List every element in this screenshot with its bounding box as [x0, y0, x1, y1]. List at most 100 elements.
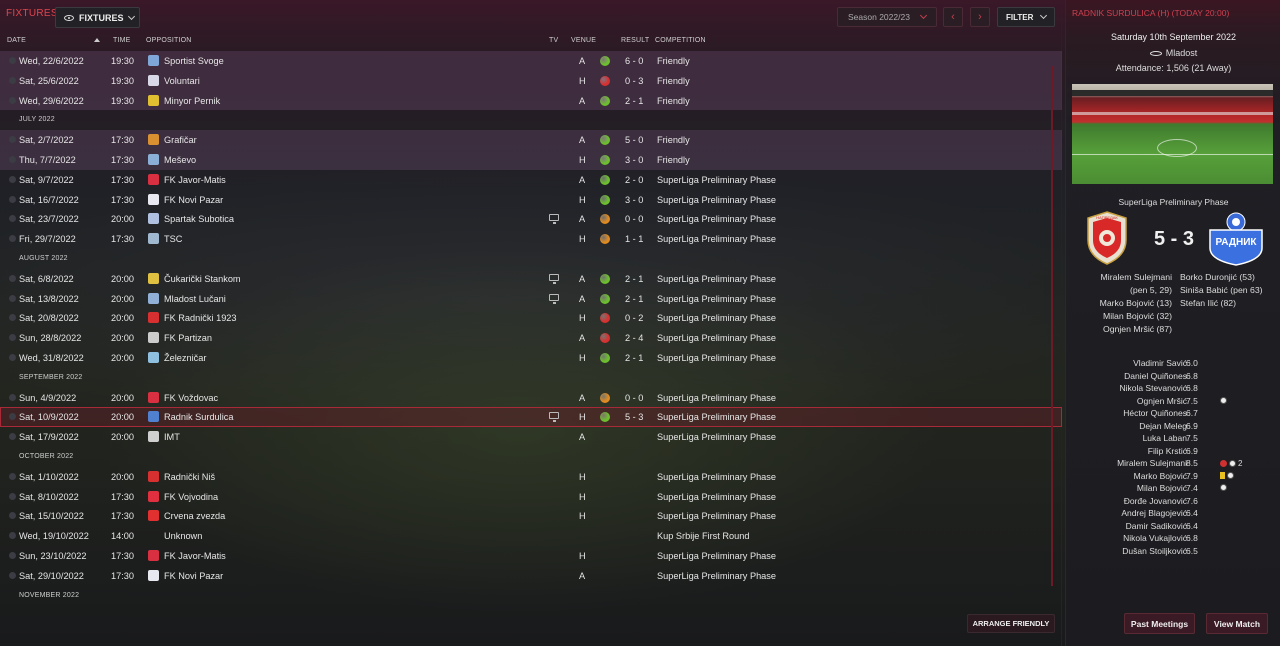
team-crest-icon[interactable]: [148, 94, 159, 106]
player-row[interactable]: Ognjen Mršić 7.5: [1066, 396, 1280, 409]
team-crest-icon[interactable]: [148, 431, 159, 443]
fixture-result[interactable]: 0 - 0: [625, 214, 643, 224]
fixture-result[interactable]: 5 - 3: [625, 412, 643, 422]
fixture-row[interactable]: Sat, 17/9/2022 20:00 IMT A SuperLiga Prelimi…: [0, 427, 1062, 447]
team-crest-icon[interactable]: [148, 470, 159, 482]
player-name[interactable]: Ognjen Mršić: [1137, 396, 1187, 406]
view-dropdown[interactable]: FIXTURES: [55, 7, 140, 28]
fixture-result[interactable]: 1 - 1: [625, 234, 643, 244]
player-row[interactable]: Nikola Vukajlović 6.8: [1066, 533, 1280, 546]
fixture-competition[interactable]: Friendly: [657, 96, 690, 106]
team-crest-icon[interactable]: [148, 312, 159, 324]
team-crest-icon[interactable]: [148, 134, 159, 146]
player-row[interactable]: Luka Laban 7.5: [1066, 433, 1280, 446]
row-select-icon[interactable]: [9, 334, 16, 342]
fixture-competition[interactable]: SuperLiga Preliminary Phase: [657, 294, 776, 304]
column-time[interactable]: TIME: [113, 37, 131, 44]
away-scorer[interactable]: Siniša Babić (pen 63): [1180, 284, 1263, 297]
opposition-link[interactable]: Radnički Niš: [164, 472, 215, 482]
opposition-link[interactable]: Minyor Pernik: [164, 96, 220, 106]
fixture-row[interactable]: Sat, 15/10/2022 17:30 Crvena zvezda H SuperL…: [0, 506, 1062, 526]
arrange-friendly-button[interactable]: ARRANGE FRIENDLY: [967, 614, 1055, 633]
fixture-row[interactable]: Sat, 20/8/2022 20:00 FK Radnički 1923 H 0 - …: [0, 308, 1062, 328]
column-result[interactable]: RESULT: [621, 37, 649, 44]
team-crest-icon[interactable]: [148, 292, 159, 304]
team-crest-icon[interactable]: [148, 490, 159, 502]
opposition-link[interactable]: Čukarički Stankom: [164, 274, 241, 284]
team-crest-icon[interactable]: [148, 173, 159, 185]
player-row[interactable]: Dušan Stoiljković 6.5: [1066, 546, 1280, 559]
fixture-row[interactable]: Sun, 23/10/2022 17:30 FK Javor-Matis H Super…: [0, 546, 1062, 566]
team-crest-icon[interactable]: [148, 332, 159, 344]
fixture-row[interactable]: Wed, 31/8/2022 20:00 Železničar H 2 - 1 Super…: [0, 348, 1062, 368]
player-row[interactable]: Vladimir Savić 6.0: [1066, 358, 1280, 371]
player-name[interactable]: Luka Laban: [1143, 433, 1187, 443]
row-select-icon[interactable]: [9, 413, 16, 421]
player-name[interactable]: Héctor Quiñones: [1123, 408, 1187, 418]
column-opposition[interactable]: OPPOSITION: [146, 37, 192, 44]
player-name[interactable]: Daniel Quiñones: [1124, 371, 1187, 381]
fixture-row[interactable]: Sat, 25/6/2022 19:30 Voluntari H 0 - 3 Friend…: [0, 70, 1062, 91]
fixture-row[interactable]: Sun, 4/9/2022 20:00 FK Voždovac A 0 - 0 Super…: [0, 388, 1062, 408]
player-row[interactable]: Daniel Quiñones 6.8: [1066, 371, 1280, 384]
fixture-row[interactable]: Sat, 10/9/2022 20:00 Radnik Surdulica H 5 - …: [0, 407, 1062, 428]
home-team-badge[interactable]: НАПРЕДАК: [1084, 210, 1130, 266]
home-scorer[interactable]: (pen 5, 29): [1100, 284, 1172, 297]
past-meetings-button[interactable]: Past Meetings: [1124, 613, 1195, 634]
fixture-competition[interactable]: SuperLiga Preliminary Phase: [657, 195, 776, 205]
player-name[interactable]: Andrej Blagojević: [1121, 508, 1187, 518]
fixture-row[interactable]: Sat, 13/8/2022 20:00 Mladost Lučani A 2 - 1 S…: [0, 289, 1062, 309]
fixture-competition[interactable]: SuperLiga Preliminary Phase: [657, 412, 776, 422]
fixture-competition[interactable]: SuperLiga Preliminary Phase: [657, 571, 776, 581]
opposition-link[interactable]: FK Novi Pazar: [164, 195, 223, 205]
row-select-icon[interactable]: [9, 512, 16, 520]
team-crest-icon[interactable]: [148, 549, 159, 561]
fixture-competition[interactable]: SuperLiga Preliminary Phase: [657, 511, 776, 521]
row-select-icon[interactable]: [9, 155, 16, 163]
fixture-competition[interactable]: Kup Srbije First Round: [657, 531, 749, 541]
away-scorer[interactable]: Borko Duronjić (53): [1180, 271, 1263, 284]
team-crest-icon[interactable]: [148, 351, 159, 363]
player-name[interactable]: Dušan Stoiljković: [1122, 546, 1187, 556]
row-select-icon[interactable]: [9, 433, 16, 441]
row-select-icon[interactable]: [9, 472, 16, 480]
fixture-competition[interactable]: SuperLiga Preliminary Phase: [657, 333, 776, 343]
player-row[interactable]: Milan Bojović 7.4: [1066, 483, 1280, 496]
row-select-icon[interactable]: [9, 274, 16, 282]
player-name[interactable]: Marko Bojović: [1134, 471, 1187, 481]
player-row[interactable]: Damir Sadiković 6.4: [1066, 521, 1280, 534]
opposition-link[interactable]: FK Javor-Matis: [164, 175, 226, 185]
team-crest-icon[interactable]: [148, 213, 159, 225]
player-name[interactable]: Đorđe Jovanović: [1124, 496, 1187, 506]
opposition-link[interactable]: Meševo: [164, 155, 196, 165]
fixture-result[interactable]: 2 - 1: [625, 274, 643, 284]
player-row[interactable]: Nikola Stevanović 6.8: [1066, 383, 1280, 396]
opposition-link[interactable]: FK Radnički 1923: [164, 313, 237, 323]
player-row[interactable]: Marko Bojović 7.9: [1066, 471, 1280, 484]
row-select-icon[interactable]: [9, 492, 16, 500]
team-crest-icon[interactable]: [148, 74, 159, 86]
column-venue[interactable]: VENUE: [571, 37, 596, 44]
fixture-result[interactable]: 0 - 2: [625, 313, 643, 323]
home-scorer[interactable]: Miralem Sulejmani: [1100, 271, 1172, 284]
row-select-icon[interactable]: [9, 175, 16, 183]
fixture-result[interactable]: 6 - 0: [625, 56, 643, 66]
opposition-link[interactable]: Spartak Subotica: [164, 214, 234, 224]
fixture-competition[interactable]: Friendly: [657, 155, 690, 165]
fixture-competition[interactable]: SuperLiga Preliminary Phase: [657, 234, 776, 244]
row-select-icon[interactable]: [9, 96, 16, 104]
column-competition[interactable]: COMPETITION: [655, 37, 706, 44]
player-name[interactable]: Nikola Stevanović: [1119, 383, 1187, 393]
fixture-competition[interactable]: SuperLiga Preliminary Phase: [657, 175, 776, 185]
opposition-link[interactable]: FK Javor-Matis: [164, 551, 226, 561]
scrollbar[interactable]: [1051, 66, 1053, 586]
row-select-icon[interactable]: [9, 195, 16, 203]
opposition-link[interactable]: Unknown: [164, 531, 202, 541]
match-header[interactable]: RADNIK SURDULICA (H) (TODAY 20:00): [1072, 8, 1229, 18]
fixture-competition[interactable]: SuperLiga Preliminary Phase: [657, 472, 776, 482]
player-row[interactable]: Filip Krstić 6.9: [1066, 446, 1280, 459]
row-select-icon[interactable]: [9, 76, 16, 84]
row-select-icon[interactable]: [9, 136, 16, 144]
team-crest-icon[interactable]: [148, 510, 159, 522]
fixture-row[interactable]: Wed, 29/6/2022 19:30 Minyor Pernik A 2 - 1 Fr…: [0, 90, 1062, 111]
